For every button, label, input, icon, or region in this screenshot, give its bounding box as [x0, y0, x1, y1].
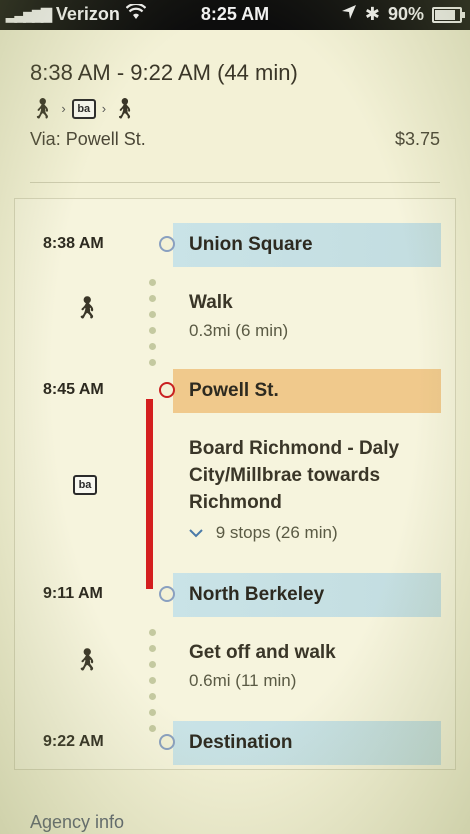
stop-node-icon — [159, 586, 175, 602]
chevron-right-icon: › — [61, 101, 66, 116]
walk-icon: 🚶︎ — [30, 98, 56, 120]
stop-row-destination[interactable]: 9:22 AM Destination — [29, 721, 441, 765]
location-arrow-icon — [341, 4, 357, 25]
leg-title: Get off and walk — [189, 642, 336, 663]
leg-title: Walk — [189, 292, 233, 313]
walk-icon: 🚶︎ — [112, 98, 138, 120]
chevron-right-icon: › — [101, 101, 107, 116]
stop-node-icon — [159, 236, 175, 252]
stop-name: Destination — [189, 732, 293, 753]
leg-detail: 0.3mi (6 min) — [189, 321, 289, 340]
bluetooth-icon: ✱ — [364, 4, 380, 24]
stop-time: 8:38 AM — [43, 235, 104, 252]
transit-line — [146, 399, 153, 589]
battery-icon — [432, 6, 465, 23]
walk-path-dots — [149, 279, 156, 375]
stop-time: 9:22 AM — [43, 733, 104, 750]
route-summary: 8:38 AM - 9:22 AM (44 min) 🚶︎ › ba › 🚶︎ … — [30, 60, 440, 150]
stop-time: 8:45 AM — [43, 381, 104, 398]
agency-info-link[interactable]: Agency info — [30, 812, 124, 833]
battery-percent: 90% — [387, 4, 424, 24]
via-label: Via: Powell St. — [30, 129, 146, 149]
stop-node-icon — [159, 382, 175, 398]
bart-icon: ba — [71, 98, 96, 119]
leg-title: Board Richmond - Daly City/Millbrae towa… — [189, 438, 400, 513]
stop-time: 9:11 AM — [43, 585, 103, 602]
walk-icon: 🚶︎ — [73, 295, 101, 320]
status-bar: ▂▃▅▆▇ Verizon 8:25 AM ✱ 90% — [0, 0, 470, 30]
chevron-down-icon — [189, 523, 208, 542]
mode-sequence: 🚶︎ › ba › 🚶︎ — [30, 96, 440, 121]
stops-expander[interactable]: 9 stops (26 min) — [189, 523, 338, 543]
route-time-range: 8:38 AM - 9:22 AM (44 min) — [30, 60, 298, 85]
itinerary-card: 8:38 AM Union Square 🚶︎ Walk 0.3mi (6 mi… — [14, 198, 456, 770]
stop-row-union-square[interactable]: 8:38 AM Union Square — [29, 223, 441, 267]
stop-row-powell[interactable]: 8:45 AM Powell St. — [29, 369, 441, 413]
stop-name: Union Square — [189, 234, 313, 255]
bart-icon: ba — [73, 475, 97, 495]
stop-node-icon — [159, 734, 175, 750]
stop-name: North Berkeley — [189, 584, 325, 605]
leg-detail: 9 stops (26 min) — [215, 523, 338, 542]
stop-name: Powell St. — [189, 380, 279, 401]
fare-label: $3.75 — [394, 129, 440, 149]
leg-detail: 0.6mi (11 min) — [189, 671, 297, 690]
divider — [30, 182, 440, 183]
walk-icon: 🚶︎ — [73, 647, 101, 672]
stop-row-north-berkeley[interactable]: 9:11 AM North Berkeley — [29, 573, 441, 617]
